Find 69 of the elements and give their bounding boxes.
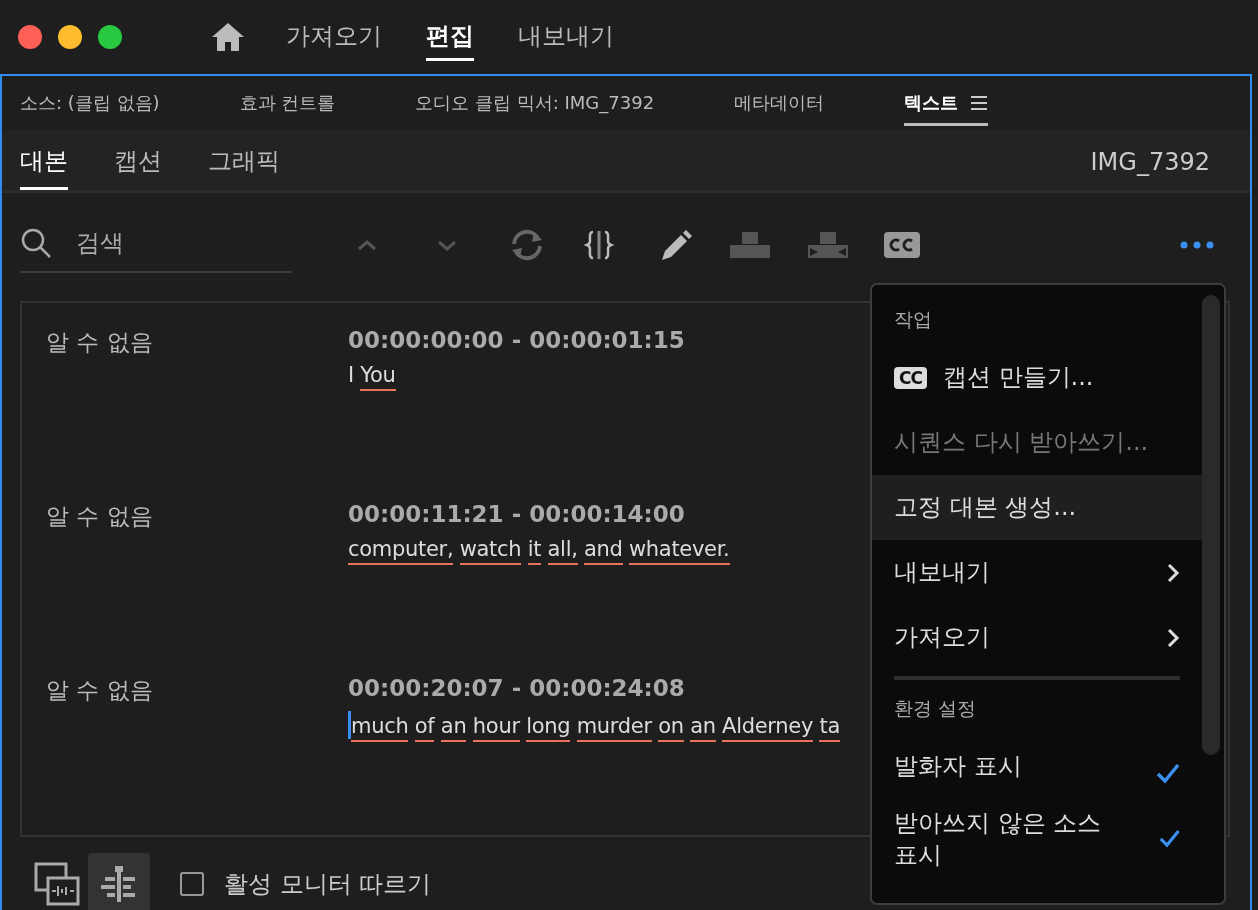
menu-item-label: 고정 대본 생성...: [894, 492, 1077, 524]
transcript-word[interactable]: murder: [576, 714, 652, 743]
transcript-tab[interactable]: 그래픽: [208, 145, 280, 190]
clip-name: IMG_7392: [1090, 148, 1210, 178]
menu-item[interactable]: 받아쓰지 않은 소스 표시: [872, 799, 1202, 880]
filmstrip-waveform-icon: [34, 862, 80, 906]
menu-item[interactable]: 가져오기: [872, 605, 1202, 670]
transcript-word[interactable]: I: [348, 363, 354, 392]
transcript-word[interactable]: ta: [819, 714, 840, 743]
transcript-word[interactable]: much: [351, 714, 409, 743]
menu-item-label: 받아쓰지 않은 소스 표시: [894, 808, 1103, 872]
menu-item-label: 발화자 표시: [894, 751, 1022, 783]
home-icon[interactable]: [210, 21, 246, 53]
transcript-word[interactable]: whatever.: [628, 537, 730, 566]
panel-tab[interactable]: 오디오 클립 믹서: IMG_7392: [415, 80, 655, 126]
transcript-word[interactable]: on: [658, 714, 684, 743]
transcript-word[interactable]: an: [440, 714, 467, 743]
split-icon[interactable]: [584, 229, 614, 261]
menu-item[interactable]: 내보내기: [872, 540, 1202, 605]
closed-captions-badge: CC: [894, 366, 927, 389]
minimize-window-button[interactable]: [58, 25, 82, 49]
workspace-tab[interactable]: 가져오기: [286, 13, 382, 61]
menu-item-label: 캡션 만들기...: [942, 362, 1094, 394]
timecode: 00:00:11:21 - 00:00:14:00: [348, 501, 685, 527]
transcript-word[interactable]: Alderney: [722, 714, 814, 743]
chevron-right-icon: [1166, 561, 1180, 584]
menu-item[interactable]: 발화자 표시: [872, 734, 1202, 799]
timecode: 00:00:00:00 - 00:00:01:15: [348, 327, 685, 353]
chevron-right-icon: [1166, 626, 1180, 649]
transcript-word[interactable]: all,: [547, 537, 578, 566]
transcript-word[interactable]: an: [690, 714, 716, 743]
transcript-word[interactable]: computer,: [348, 537, 454, 566]
speaker-label: 알 수 없음: [46, 502, 153, 531]
search-icon: [20, 227, 52, 259]
sequence-view-button[interactable]: [88, 853, 150, 910]
scrollbar-thumb[interactable]: [1202, 295, 1220, 755]
transcript-word[interactable]: long: [526, 714, 571, 743]
close-window-button[interactable]: [18, 25, 42, 49]
closed-captions-icon[interactable]: [884, 232, 920, 258]
panel-tab[interactable]: 텍스트: [904, 90, 959, 115]
checkbox[interactable]: [180, 872, 204, 896]
panel-tab[interactable]: 소스: (클립 없음): [20, 80, 160, 126]
speaker-label: 알 수 없음: [46, 328, 153, 357]
menu-item[interactable]: 고정 대본 생성...: [872, 475, 1202, 540]
panel-tab[interactable]: 메타데이터: [734, 80, 825, 126]
menu-section-header: 환경 설정: [893, 696, 977, 721]
workspace-tab[interactable]: 편집: [426, 13, 474, 61]
menu-item-label: 시퀀스 다시 받아쓰기...: [894, 427, 1149, 459]
transcript-word[interactable]: and: [583, 537, 623, 566]
transcript-word[interactable]: of: [414, 714, 435, 743]
menu-section-header: 작업: [893, 307, 932, 332]
menu-item[interactable]: CC 캡션 만들기...: [872, 345, 1202, 410]
timecode: 00:00:20:07 - 00:00:24:08: [348, 675, 685, 701]
transcript-word[interactable]: it: [527, 537, 542, 566]
menu-item-label: 가져오기: [894, 622, 990, 654]
transcript-tab[interactable]: 캡션: [114, 145, 162, 190]
transcript-tab[interactable]: 대본: [20, 145, 68, 190]
checkbox-label[interactable]: 활성 모니터 따르기: [224, 868, 432, 900]
workspace-tab[interactable]: 내보내기: [518, 13, 614, 61]
menu-icon[interactable]: [970, 94, 989, 111]
maximize-window-button[interactable]: [98, 25, 122, 49]
search-field[interactable]: 검색: [74, 228, 258, 258]
panel-tab[interactable]: 효과 컨트롤: [239, 80, 336, 126]
transcript-word[interactable]: hour: [472, 714, 520, 743]
speaker-label: 알 수 없음: [46, 676, 153, 705]
menu-item-label: 내보내기: [894, 557, 990, 589]
transcript-word[interactable]: watch: [459, 537, 522, 566]
transcript-word[interactable]: You: [360, 363, 396, 392]
more-options-icon[interactable]: [1180, 241, 1214, 249]
